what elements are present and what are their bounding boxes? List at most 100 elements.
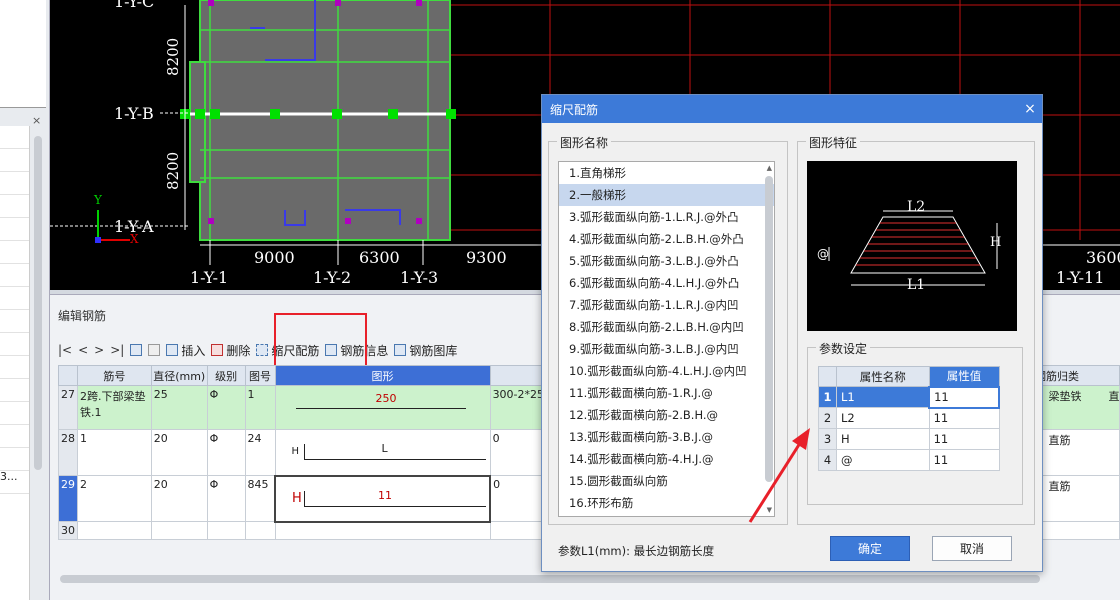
- shape-preview: L2 L1 H @: [807, 161, 1017, 331]
- cell-bar-no[interactable]: 2: [77, 475, 152, 522]
- move-up-icon[interactable]: [130, 344, 143, 356]
- scroll-down-icon[interactable]: ▼: [767, 506, 772, 514]
- cell-bar-no[interactable]: 2跨.下部梁垫铁.1: [77, 385, 152, 430]
- cell-diameter[interactable]: 20: [150, 429, 208, 476]
- dim-horizontal-2: 6300: [359, 248, 400, 267]
- axis-label-col-11: 1-Y-11: [1056, 268, 1105, 287]
- col-header-grade[interactable]: 级别: [206, 365, 246, 386]
- param-header-rownum: [818, 366, 837, 387]
- insert-icon: [166, 344, 179, 356]
- col-header-fig-no[interactable]: 图号: [244, 365, 276, 386]
- close-icon[interactable]: ×: [1018, 101, 1042, 117]
- param-name: H: [836, 428, 930, 450]
- feature-group-title: 图形特征: [806, 134, 861, 151]
- left-panel-close-icon[interactable]: ×: [32, 114, 41, 127]
- shape-list-item[interactable]: 13.弧形截面横向筋-3.B.J.@: [559, 426, 774, 448]
- shape-list: 1.直角梯形 2.一般梯形 3.弧形截面纵向筋-1.L.R.J.@外凸 4.弧形…: [558, 161, 775, 517]
- cell-shape[interactable]: H L: [274, 429, 491, 476]
- cell-grade[interactable]: Φ: [206, 429, 246, 476]
- dialog-title: 缩尺配筋: [550, 102, 599, 117]
- param-table: 属性名称 属性值 1 L1 11 2 L2 11 3 H 11 4 @ 11: [818, 366, 1000, 471]
- preview-label-l2: L2: [907, 199, 926, 215]
- param-value-input[interactable]: 11: [928, 407, 1000, 429]
- table-horizontal-scrollbar[interactable]: [60, 575, 1040, 583]
- left-panel: × 3...: [0, 0, 50, 600]
- shape-line: [303, 444, 486, 460]
- col-header-diameter[interactable]: 直径(mm): [150, 365, 208, 386]
- shape-list-scrollbar[interactable]: [765, 176, 773, 482]
- last-record-button[interactable]: >|: [110, 343, 124, 357]
- next-record-button[interactable]: >: [94, 343, 104, 357]
- shape-length-label: 250: [375, 392, 397, 405]
- left-top-panel: [0, 0, 46, 108]
- delete-icon: [211, 344, 224, 356]
- shape-h-label: H: [292, 490, 302, 506]
- col-header-shape[interactable]: 图形: [274, 365, 491, 386]
- param-value-input[interactable]: 11: [928, 428, 1000, 450]
- shape-list-item[interactable]: 14.弧形截面横向筋-4.H.J.@: [559, 448, 774, 470]
- param-value-input[interactable]: 11: [928, 449, 1000, 471]
- cell-fig-no[interactable]: 1: [244, 385, 276, 430]
- prev-record-button[interactable]: <: [78, 343, 88, 357]
- delete-button[interactable]: 删除: [211, 342, 250, 359]
- dim-vertical-2: 8200: [164, 151, 182, 190]
- param-row-number: 1: [818, 386, 837, 408]
- shape-list-item-selected[interactable]: 2.一般梯形: [559, 184, 774, 206]
- shape-list-item[interactable]: 7.弧形截面纵向筋-1.L.R.J.@内凹: [559, 294, 774, 316]
- axis-y-label: Y: [94, 193, 102, 207]
- param-row[interactable]: 4 @ 11: [818, 449, 1000, 471]
- left-scrollbar[interactable]: [34, 136, 42, 470]
- shape-list-item[interactable]: 3.弧形截面纵向筋-1.L.R.J.@外凸: [559, 206, 774, 228]
- shape-list-item[interactable]: 4.弧形截面纵向筋-2.L.B.H.@外凸: [559, 228, 774, 250]
- scale-rebar-dialog: 缩尺配筋 × 图形名称 1.直角梯形 2.一般梯形 3.弧形截面纵向筋-1.L.…: [541, 94, 1043, 572]
- shape-list-item[interactable]: 16.环形布筋: [559, 492, 774, 514]
- axis-x-label: X: [130, 232, 139, 246]
- cell-fig-no[interactable]: 24: [244, 429, 276, 476]
- param-value-input[interactable]: 11: [928, 385, 1000, 409]
- move-down-icon[interactable]: [148, 344, 161, 356]
- axis-label-col-3: 1-Y-3: [400, 268, 439, 287]
- col-header-rownum: [58, 365, 78, 386]
- cell-grade[interactable]: Φ: [206, 385, 246, 430]
- col-header-bar-no[interactable]: 筋号: [77, 365, 152, 386]
- shape-list-item[interactable]: 15.圆形截面纵向筋: [559, 470, 774, 492]
- shape-list-item[interactable]: 1.直角梯形: [559, 162, 774, 184]
- cell-shape[interactable]: H 11: [273, 474, 492, 523]
- param-row[interactable]: 1 L1 11: [818, 385, 1000, 409]
- param-name: L1: [836, 386, 930, 408]
- cell-fig-no[interactable]: 845: [244, 475, 276, 522]
- shape-list-item[interactable]: 12.弧形截面横向筋-2.B.H.@: [559, 404, 774, 426]
- cell-diameter[interactable]: 25: [150, 385, 208, 430]
- scroll-up-icon[interactable]: ▲: [767, 164, 772, 172]
- insert-button[interactable]: 插入: [166, 342, 205, 359]
- rebar-library-button[interactable]: 钢筋图库: [394, 342, 457, 359]
- first-record-button[interactable]: |<: [58, 343, 72, 357]
- param-row[interactable]: 3 H 11: [818, 428, 1000, 450]
- shape-line: [295, 408, 466, 409]
- param-row-number: 3: [818, 428, 837, 450]
- param-name: L2: [836, 407, 930, 429]
- shape-list-item[interactable]: 5.弧形截面纵向筋-3.L.B.J.@外凸: [559, 250, 774, 272]
- scale-rebar-icon: [256, 344, 269, 356]
- cell-diameter[interactable]: 20: [150, 475, 208, 522]
- cell-bar-no[interactable]: 1: [77, 429, 152, 476]
- param-hint-text: 参数L1(mm): 最长边钢筋长度: [558, 544, 715, 558]
- shape-list-item[interactable]: 11.弧形截面横向筋-1.R.J.@: [559, 382, 774, 404]
- shape-list-item[interactable]: 6.弧形截面纵向筋-4.L.H.J.@外凸: [559, 272, 774, 294]
- cell-shape[interactable]: 250: [274, 385, 491, 430]
- shape-list-item[interactable]: 9.弧形截面纵向筋-3.L.B.J.@内凹: [559, 338, 774, 360]
- cell-grade[interactable]: Φ: [206, 475, 246, 522]
- cancel-button[interactable]: 取消: [932, 536, 1012, 561]
- dim-horizontal-4: 3600: [1086, 248, 1120, 267]
- dim-horizontal-3: 9300: [466, 248, 507, 267]
- param-header-value: 属性值: [928, 366, 1000, 387]
- ok-button[interactable]: 确定: [830, 536, 910, 561]
- param-row[interactable]: 2 L2 11: [818, 407, 1000, 429]
- shape-list-item[interactable]: 10.弧形截面纵向筋-4.L.H.J.@内凹: [559, 360, 774, 382]
- edit-rebar-toolbar: |< < > >| 插入 删除 缩尺配筋 钢筋信息 钢筋图库: [58, 339, 457, 361]
- axis-label-row-b: 1-Y-B: [114, 104, 154, 123]
- param-header-name: 属性名称: [836, 366, 930, 387]
- preview-label-l1: L1: [907, 277, 926, 293]
- shape-list-item[interactable]: 8.弧形截面纵向筋-2.L.B.H.@内凹: [559, 316, 774, 338]
- axis-label-col-2: 1-Y-2: [313, 268, 352, 287]
